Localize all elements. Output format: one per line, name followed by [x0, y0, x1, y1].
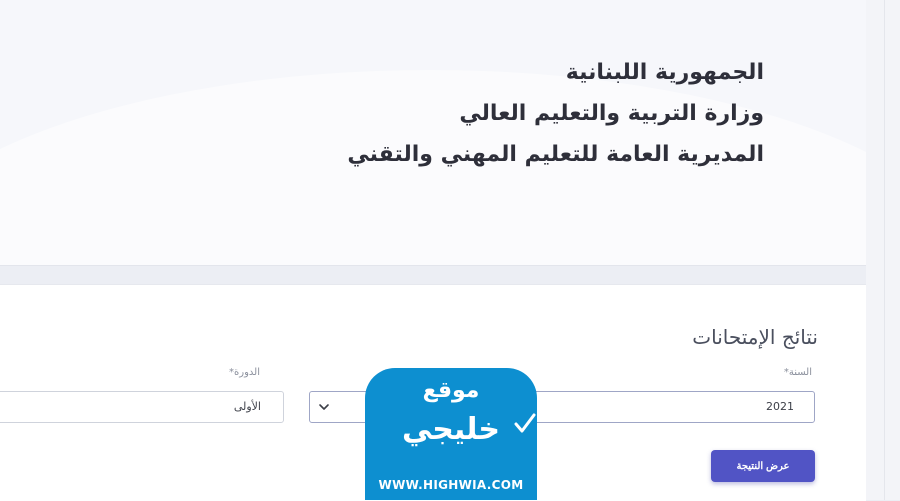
session-select-value: الأولى	[233, 400, 261, 413]
show-result-button[interactable]: عرض النتيجة	[711, 450, 815, 482]
header-line-republic: الجمهورية اللبنانية	[565, 60, 764, 85]
form-title: نتائج الإمتحانات	[692, 325, 818, 349]
header-line-ministry: وزارة التربية والتعليم العالي	[459, 101, 764, 126]
watermark-word-mawqi: موقع	[422, 378, 480, 403]
year-label: السنة*	[783, 367, 812, 378]
session-select[interactable]: الأولى	[0, 391, 284, 423]
header-title-block: الجمهورية اللبنانية وزارة التربية والتعل…	[204, 52, 764, 175]
checkmark-icon	[514, 413, 536, 433]
site-watermark-logo: موقع خليجي WWW.HIGHWIA.COM	[365, 368, 537, 500]
header-line-directorate: المديرية العامة للتعليم المهني والتقني	[347, 142, 764, 167]
page-right-edge	[866, 0, 900, 500]
edge-divider	[884, 0, 885, 500]
watermark-word-khaleeji: خليجي	[401, 412, 501, 447]
year-select-value: 2021	[766, 400, 794, 413]
watermark-url: WWW.HIGHWIA.COM	[378, 478, 524, 492]
header-card: الجمهورية اللبنانية وزارة التربية والتعل…	[0, 0, 866, 266]
session-label: الدورة*	[229, 367, 260, 378]
chevron-down-icon	[319, 404, 329, 410]
